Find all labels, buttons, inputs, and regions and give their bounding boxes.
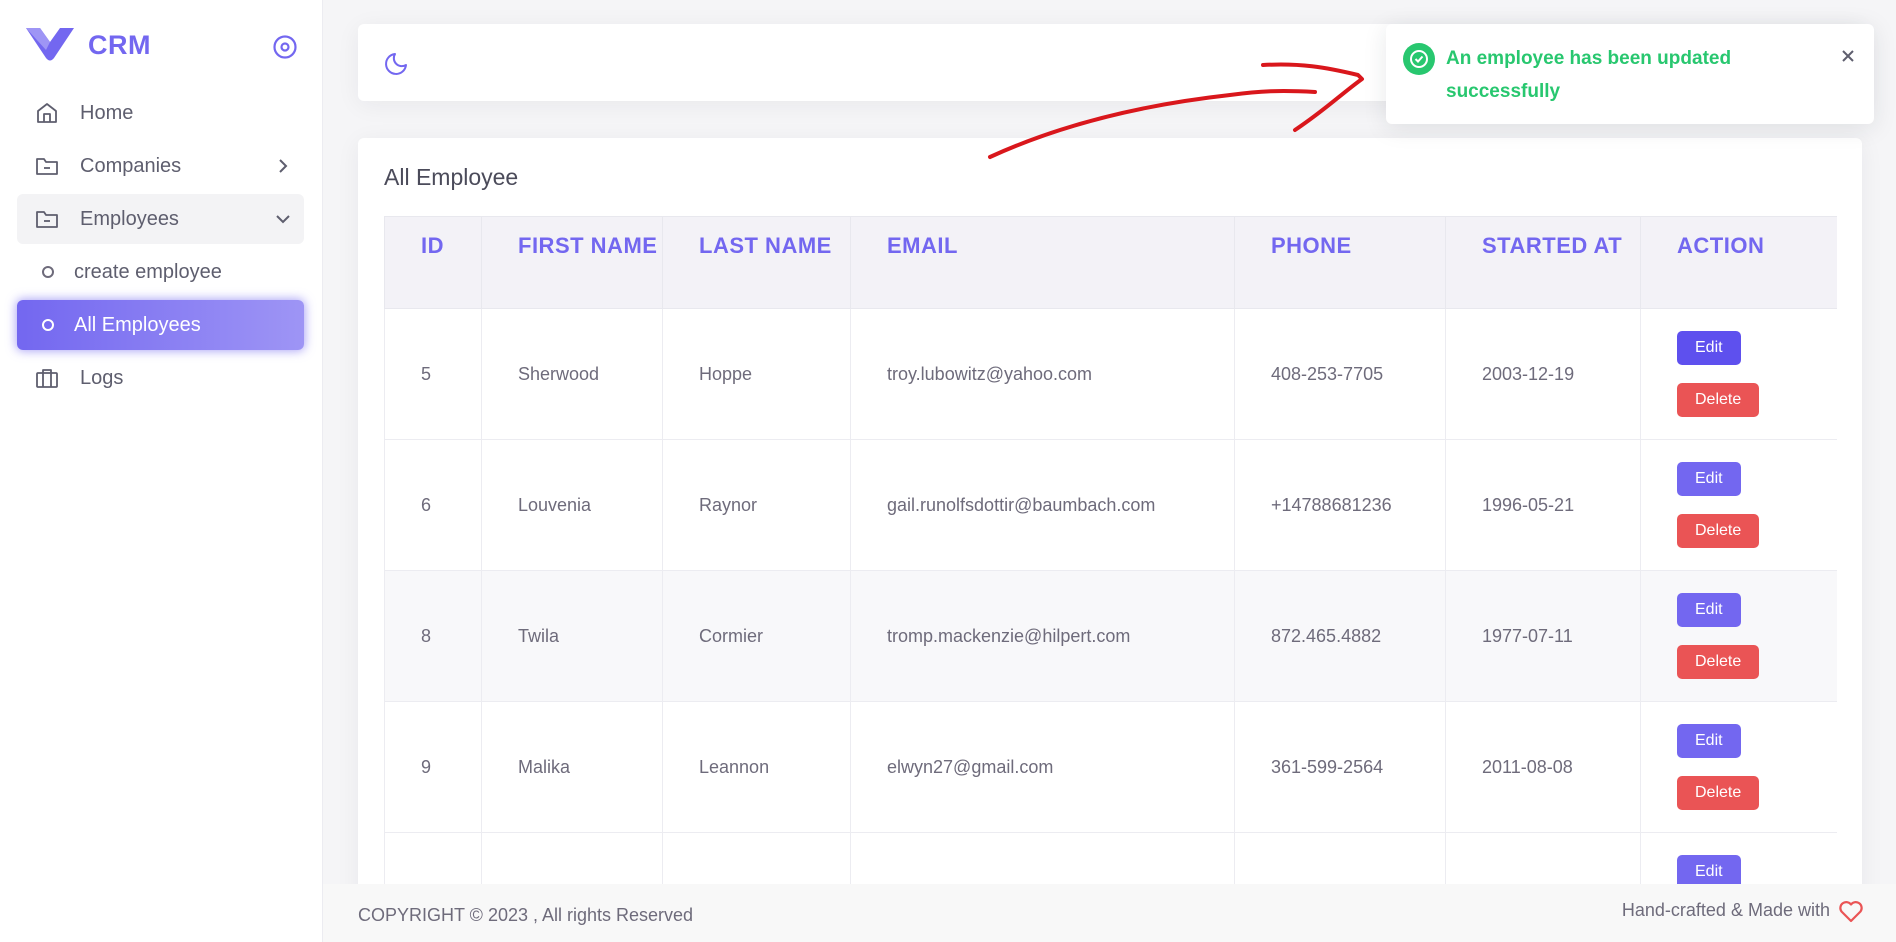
- moon-icon[interactable]: [384, 50, 410, 76]
- sidebar-item-label: Home: [80, 101, 134, 124]
- sidebar-item-all-employees[interactable]: All Employees: [17, 300, 304, 350]
- cell-first-name: Malika: [481, 701, 663, 833]
- cell-phone: 361-599-2564: [1234, 701, 1446, 833]
- cell-last-name: Cormier: [662, 570, 851, 702]
- cell-last-name: Hoppe: [662, 308, 851, 440]
- cell-started-at: 1977-07-11: [1445, 570, 1641, 702]
- brand-logo-icon: [26, 28, 74, 61]
- briefcase-icon: [36, 369, 58, 388]
- chevron-down-icon: [276, 215, 290, 224]
- delete-button[interactable]: Delete: [1677, 514, 1760, 548]
- table-row: 5 Sherwood Hoppe troy.lubowitz@yahoo.com…: [384, 308, 1837, 440]
- cell-started-at: 2003-12-19: [1445, 308, 1641, 440]
- cell-phone: +14788681236: [1234, 439, 1446, 571]
- delete-button[interactable]: Delete: [1677, 776, 1760, 810]
- sidebar-item-logs[interactable]: Logs: [17, 353, 304, 403]
- success-toast: An employee has been updated successfull…: [1386, 24, 1874, 124]
- toast-message: An employee has been updated successfull…: [1446, 48, 1732, 102]
- chevron-right-icon: [279, 159, 288, 173]
- brand-name: CRM: [88, 29, 151, 60]
- cell-email: gail.runolfsdottir@baumbach.com: [850, 439, 1235, 571]
- home-icon: [37, 103, 57, 123]
- cell-action: Edit Delete: [1640, 439, 1837, 571]
- cell-first-name: Sherwood: [481, 308, 663, 440]
- sidebar-item-create-employee[interactable]: create employee: [17, 247, 304, 297]
- cell-phone: 872.465.4882: [1234, 570, 1446, 702]
- footer: COPYRIGHT © 2023 , All rights Reserved H…: [323, 884, 1896, 942]
- edit-button[interactable]: Edit: [1677, 462, 1741, 496]
- cell-action: Edit Delete: [1640, 701, 1837, 833]
- edit-button[interactable]: Edit: [1677, 331, 1741, 365]
- column-header-id[interactable]: ID: [384, 216, 482, 309]
- cell-started-at: 2011-08-08: [1445, 701, 1641, 833]
- column-header-phone[interactable]: PHONE: [1234, 216, 1446, 309]
- folder-icon: [36, 211, 58, 228]
- cell-id: 8: [384, 570, 482, 702]
- cell-last-name: Raynor: [662, 439, 851, 571]
- table-header-row: ID FIRST NAME LAST NAME EMAIL PHONE STAR…: [384, 216, 1837, 309]
- table-row: 6 Louvenia Raynor gail.runolfsdottir@bau…: [384, 439, 1837, 571]
- table-row: 8 Twila Cormier tromp.mackenzie@hilpert.…: [384, 570, 1837, 702]
- folder-icon: [36, 158, 58, 175]
- circle-icon: [42, 319, 54, 331]
- edit-button[interactable]: Edit: [1677, 724, 1741, 758]
- sidebar-item-label: Companies: [80, 154, 182, 177]
- heart-icon: [1839, 901, 1863, 923]
- sidebar-collapse-icon[interactable]: [272, 34, 298, 60]
- column-header-first-name[interactable]: FIRST NAME: [481, 216, 663, 309]
- column-header-last-name[interactable]: LAST NAME: [662, 216, 851, 309]
- employees-card: All Employee ID FIRST NAME LAST NAME EMA…: [358, 138, 1862, 942]
- column-header-started-at[interactable]: STARTED AT: [1445, 216, 1641, 309]
- cell-email: troy.lubowitz@yahoo.com: [850, 308, 1235, 440]
- check-circle-icon: [1403, 43, 1435, 75]
- brand[interactable]: CRM: [26, 28, 151, 62]
- table-row: 9 Malika Leannon elwyn27@gmail.com 361-5…: [384, 701, 1837, 833]
- sidebar-item-employees[interactable]: Employees: [17, 194, 304, 244]
- column-header-email[interactable]: EMAIL: [850, 216, 1235, 309]
- cell-first-name: Twila: [481, 570, 663, 702]
- edit-button[interactable]: Edit: [1677, 593, 1741, 627]
- cell-email: tromp.mackenzie@hilpert.com: [850, 570, 1235, 702]
- sidebar-item-label: Employees: [80, 207, 179, 230]
- close-icon[interactable]: [1840, 48, 1856, 64]
- delete-button[interactable]: Delete: [1677, 645, 1760, 679]
- cell-email: elwyn27@gmail.com: [850, 701, 1235, 833]
- column-header-action: ACTION: [1640, 216, 1837, 309]
- employees-table: ID FIRST NAME LAST NAME EMAIL PHONE STAR…: [384, 216, 1837, 942]
- cell-phone: 408-253-7705: [1234, 308, 1446, 440]
- cell-action: Edit Delete: [1640, 308, 1837, 440]
- cell-id: 5: [384, 308, 482, 440]
- sidebar-item-label: All Employees: [74, 313, 201, 336]
- copyright-text: COPYRIGHT © 2023 , All rights Reserved: [358, 905, 694, 925]
- sidebar-item-label: Logs: [80, 366, 124, 389]
- delete-button[interactable]: Delete: [1677, 383, 1760, 417]
- sidebar-nav: Home Companies Employees create employee…: [17, 88, 304, 406]
- sidebar-item-companies[interactable]: Companies: [17, 141, 304, 191]
- sidebar-item-label: create employee: [74, 260, 222, 283]
- cell-id: 9: [384, 701, 482, 833]
- cell-last-name: Leannon: [662, 701, 851, 833]
- cell-started-at: 1996-05-21: [1445, 439, 1641, 571]
- table-container: ID FIRST NAME LAST NAME EMAIL PHONE STAR…: [384, 216, 1837, 942]
- cell-id: 6: [384, 439, 482, 571]
- sidebar-item-home[interactable]: Home: [17, 88, 304, 138]
- sidebar: CRM Home Companies Employees create empl…: [0, 0, 323, 942]
- credit-text: Hand-crafted & Made with: [1621, 900, 1830, 920]
- card-title: All Employee: [384, 164, 519, 190]
- cell-action: Edit Delete: [1640, 570, 1837, 702]
- circle-icon: [42, 266, 54, 278]
- cell-first-name: Louvenia: [481, 439, 663, 571]
